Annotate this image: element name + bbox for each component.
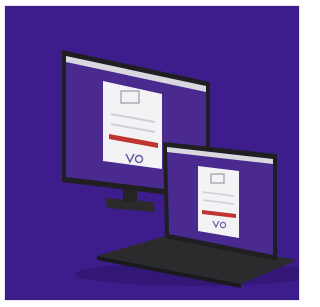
image-frame	[4, 5, 300, 301]
device-mockup-scene	[5, 6, 299, 300]
